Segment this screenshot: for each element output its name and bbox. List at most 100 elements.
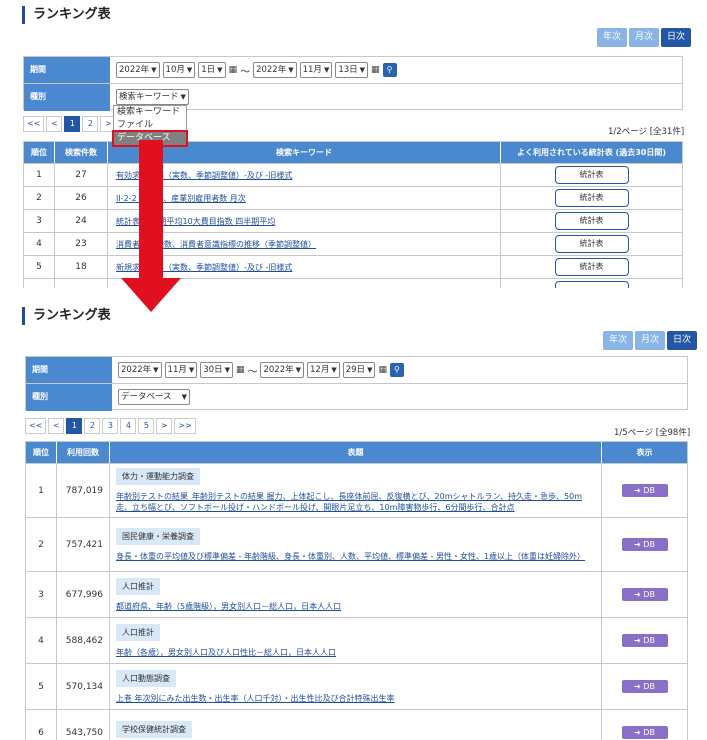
range-tilde: 〜 [240, 66, 251, 78]
from-day-value: 1日 [201, 65, 216, 75]
from-year-select[interactable]: 2022年 ▼ [116, 62, 160, 78]
calendar-icon[interactable]: ▦ [378, 365, 387, 375]
stat-table-button[interactable] [554, 281, 629, 288]
row-rank: 3 [24, 210, 55, 232]
pagination: << < 1 2 3 4 5 > >> [25, 418, 196, 434]
header-count: 利用回数 [57, 442, 110, 463]
arrow-right-icon: ➜ [634, 636, 641, 645]
db-button[interactable]: ➜ DB [621, 726, 668, 739]
daily-button[interactable]: 日次 [661, 28, 692, 47]
search-icon[interactable]: ⚲ [382, 63, 397, 77]
arrow-right-icon: ➜ [634, 540, 641, 549]
stat-table-button[interactable]: 統計表 [554, 189, 629, 207]
title-link[interactable]: 上巻 年次別にみた出生数・出生率（人口千対）・出生性比及び合計特殊出生率 [116, 693, 395, 704]
daily-button[interactable]: 日次 [667, 331, 698, 350]
page-button[interactable]: 3 [102, 418, 119, 434]
db-button[interactable]: ➜ DB [621, 680, 668, 693]
dropdown-option-file[interactable]: ファイル [114, 119, 186, 132]
header-rank: 順位 [26, 442, 57, 463]
page-button[interactable]: 2 [84, 418, 101, 434]
monthly-button[interactable]: 月次 [629, 28, 660, 47]
stat-table-button[interactable]: 統計表 [554, 235, 629, 253]
db-button-label: DB [643, 682, 655, 691]
yearly-button[interactable]: 年次 [603, 331, 634, 350]
row-count: 588,462 [57, 618, 110, 663]
db-button[interactable]: ➜ DB [621, 634, 668, 647]
db-button[interactable]: ➜ DB [621, 484, 668, 497]
prev-page-button[interactable]: < [48, 418, 65, 434]
prev-page-button[interactable]: < [46, 116, 63, 132]
arrow-right-icon: ➜ [634, 728, 641, 737]
db-button[interactable]: ➜ DB [621, 588, 668, 601]
filter-panel: 期間 2022年 ▼ 10月 ▼ 1日 ▼ ▦ 〜 2022年 ▼ 11月 ▼ 13日 ▼ … [23, 56, 683, 111]
stat-table-button[interactable]: 統計表 [554, 166, 629, 184]
first-page-button[interactable]: << [25, 418, 47, 434]
survey-tag: 体力・運動能力調査 [116, 468, 200, 485]
table-row: 1 787,019 体力・運動能力調査 年齢別テストの結果_年齢別テストの結果 … [26, 463, 687, 517]
row-count: 18 [55, 256, 108, 278]
type-select[interactable]: データベース ▼ [118, 389, 190, 405]
row-rank [24, 279, 55, 288]
from-month-value: 11月 [167, 365, 187, 375]
page-button[interactable]: 1 [66, 418, 83, 434]
row-count: 543,750 [57, 710, 110, 740]
to-day-value: 13日 [338, 65, 358, 75]
from-month-select[interactable]: 11月 ▼ [164, 362, 198, 378]
to-year-select[interactable]: 2022年 ▼ [253, 62, 297, 78]
period-row: 期間 2022年 ▼ 11月 ▼ 30日 ▼ ▦ 〜 2022年 ▼ 12月 ▼ 29日 ▼… [26, 357, 687, 384]
db-button[interactable]: ➜ DB [621, 538, 668, 551]
from-month-value: 10月 [165, 65, 185, 75]
period-row: 期間 2022年 ▼ 10月 ▼ 1日 ▼ ▦ 〜 2022年 ▼ 11月 ▼ 13日 ▼ … [24, 57, 682, 84]
calendar-icon[interactable]: ▦ [236, 365, 245, 375]
title-link[interactable]: 年齢（各歳），男女別人口及び人口性比－総人口，日本人人口 [116, 647, 336, 658]
row-rank: 3 [26, 572, 57, 617]
title-link[interactable]: 都道府県、年齢（5歳階級），男女別人口－総人口，日本人人口 [116, 601, 341, 612]
last-page-button[interactable]: >> [174, 418, 196, 434]
page-button[interactable]: 4 [120, 418, 137, 434]
table-header: 順位 利用回数 表題 表示 [26, 442, 687, 463]
row-count: 787,019 [57, 464, 110, 517]
title-link[interactable]: 年齢別テストの結果_年齢別テストの結果 握力、上体起こし、長座体前屈、反復横とび… [116, 491, 595, 513]
header-stat-table: よく利用されている統計表 (過去30日間) [517, 148, 666, 157]
to-year-select[interactable]: 2022年 ▼ [260, 362, 305, 378]
chevron-down-icon: ▼ [180, 93, 186, 101]
row-rank: 5 [26, 664, 57, 709]
type-label: 種別 [26, 384, 112, 411]
page-button[interactable]: 5 [138, 418, 155, 434]
chevron-down-icon: ▼ [331, 366, 337, 374]
calendar-icon[interactable]: ▦ [371, 65, 380, 75]
to-day-select[interactable]: 29日 ▼ [342, 362, 376, 378]
page-button[interactable]: 1 [64, 116, 81, 132]
bottom-ranking-section: ランキング表 年次 月次 日次 期間 2022年 ▼ 11月 ▼ 30日 ▼ ▦ 〜 … [0, 300, 707, 740]
first-page-button[interactable]: << [23, 116, 45, 132]
yearly-button[interactable]: 年次 [597, 28, 628, 47]
dropdown-option-keyword[interactable]: 検索キーワード [114, 106, 186, 119]
from-day-select[interactable]: 1日 ▼ [198, 62, 226, 78]
row-count [55, 279, 108, 288]
period-toggle: 年次 月次 日次 [597, 28, 692, 47]
row-count: 26 [55, 187, 108, 209]
ranking-table: 順位 利用回数 表題 表示 1 787,019 体力・運動能力調査 年齢別テスト… [25, 441, 688, 740]
arrow-right-icon: ➜ [634, 590, 641, 599]
stat-table-button[interactable]: 統計表 [554, 212, 629, 230]
table-row: 5 570,134 人口動態調査 上巻 年次別にみた出生数・出生率（人口千対）・… [26, 663, 687, 709]
row-count: 23 [55, 233, 108, 255]
type-select[interactable]: 検索キーワード ▼ [116, 89, 189, 105]
title-link[interactable]: 身長・体重の平均値及び標準偏差 - 年齢階級、身長・体重別、人数、平均値、標準偏… [116, 551, 585, 562]
stat-table-button[interactable]: 統計表 [554, 258, 629, 276]
next-page-button[interactable]: > [156, 418, 173, 434]
to-month-select[interactable]: 12月 ▼ [307, 362, 340, 378]
from-year-select[interactable]: 2022年 ▼ [118, 362, 162, 378]
from-day-select[interactable]: 30日 ▼ [200, 362, 233, 378]
row-rank: 4 [24, 233, 55, 255]
monthly-button[interactable]: 月次 [635, 331, 666, 350]
page-button[interactable]: 2 [82, 116, 99, 132]
to-month-select[interactable]: 11月 ▼ [299, 62, 333, 78]
period-label: 期間 [24, 57, 110, 83]
to-day-select[interactable]: 13日 ▼ [335, 62, 369, 78]
search-icon[interactable]: ⚲ [389, 363, 404, 377]
from-month-select[interactable]: 10月 ▼ [162, 62, 196, 78]
header-title: 表題 [110, 442, 602, 463]
calendar-icon[interactable]: ▦ [229, 65, 238, 75]
from-day-value: 30日 [203, 365, 223, 375]
